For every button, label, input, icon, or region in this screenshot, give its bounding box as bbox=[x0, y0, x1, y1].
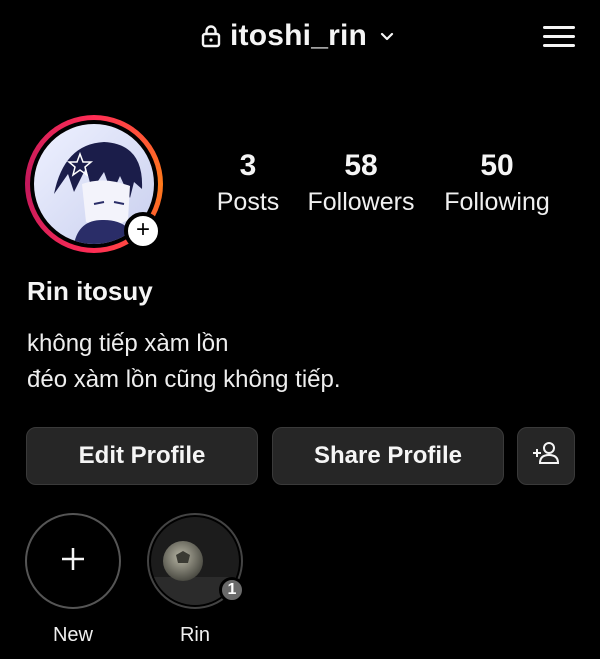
new-highlight-button[interactable] bbox=[25, 513, 121, 609]
highlight-rin[interactable]: 1 Rin bbox=[147, 513, 245, 647]
plus-icon: + bbox=[135, 216, 150, 243]
top-bar: itoshi_rin bbox=[0, 0, 600, 72]
add-story-button[interactable]: + bbox=[124, 212, 162, 250]
bio-line: không tiếp xàm lồn bbox=[27, 330, 229, 357]
followers-label: Followers bbox=[307, 188, 415, 216]
following-label: Following bbox=[444, 188, 550, 216]
posts-label: Posts bbox=[216, 188, 280, 216]
hamburger-menu-icon[interactable] bbox=[543, 24, 577, 50]
highlight-cover[interactable]: 1 bbox=[147, 513, 245, 609]
discover-people-button[interactable] bbox=[517, 427, 575, 485]
share-profile-button[interactable]: Share Profile bbox=[272, 427, 504, 485]
add-person-icon bbox=[532, 441, 560, 472]
plus-icon bbox=[59, 545, 87, 578]
following-count: 50 bbox=[480, 149, 514, 182]
edit-profile-button[interactable]: Edit Profile bbox=[26, 427, 258, 485]
account-switcher[interactable]: itoshi_rin bbox=[200, 14, 395, 58]
display-name: Rin itosuy bbox=[27, 276, 153, 306]
bio: không tiếp xàm lồn đéo xàm lồn cũng khôn… bbox=[27, 326, 341, 398]
highlight-badge: 1 bbox=[219, 577, 245, 603]
following-stat[interactable]: 50 Following bbox=[439, 146, 555, 217]
bio-line: đéo xàm lồn cũng không tiếp. bbox=[27, 366, 341, 393]
followers-count: 58 bbox=[344, 149, 378, 182]
username: itoshi_rin bbox=[230, 19, 368, 52]
followers-stat[interactable]: 58 Followers bbox=[303, 146, 419, 217]
highlight-label: New bbox=[52, 624, 93, 646]
highlight-label: Rin bbox=[179, 624, 210, 646]
highlight-new[interactable]: New bbox=[25, 513, 121, 647]
posts-stat[interactable]: 3 Posts bbox=[215, 146, 281, 217]
chevron-down-icon bbox=[379, 28, 395, 44]
lock-icon bbox=[200, 24, 222, 48]
posts-count: 3 bbox=[239, 149, 257, 182]
